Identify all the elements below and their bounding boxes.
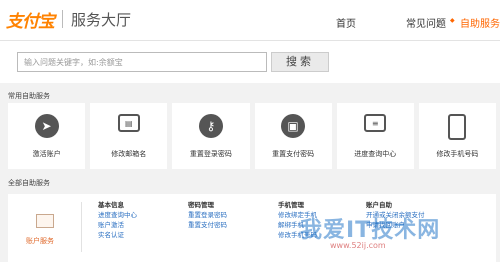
column-basic-info: 基本信息 进度查询中心 账户激活 实名认证: [98, 200, 137, 240]
search-bar: 输入问题关键字，如:余额宝 搜索: [0, 41, 500, 83]
column-title: 基本信息: [98, 201, 124, 209]
card-progress-center[interactable]: ≡ 进度查询中心: [336, 103, 414, 169]
link-reset-payment-password[interactable]: 重置支付密码: [188, 220, 227, 230]
documents-icon: ≡: [364, 114, 387, 132]
column-password: 密码管理 重置登录密码 重置支付密码: [188, 200, 227, 230]
card-label: 重置登录密码: [189, 150, 232, 158]
search-button[interactable]: 搜索: [271, 52, 329, 72]
common-services-heading: 常用自助服务: [8, 92, 50, 100]
card-label: 进度查询中心: [354, 150, 397, 158]
nav-home[interactable]: 首页: [336, 15, 356, 30]
link-reset-login-password[interactable]: 重置登录密码: [188, 210, 227, 220]
nav-faq[interactable]: 常见问题: [406, 15, 446, 30]
card-reset-payment-password[interactable]: ▣ 重置支付密码: [254, 103, 332, 169]
lock-icon: ▣: [281, 114, 306, 138]
account-icon: [36, 214, 54, 228]
alipay-logo[interactable]: 支付宝 服务大厅: [6, 7, 132, 32]
card-label: 修改邮箱名: [111, 150, 147, 158]
card-label: 重置支付密码: [272, 150, 315, 158]
top-header: 支付宝 服务大厅 首页 常见问题 自助服务: [0, 0, 500, 41]
nav-self-service[interactable]: 自助服务: [450, 15, 500, 30]
column-title: 手机管理: [278, 201, 304, 209]
column-title: 密码管理: [188, 201, 214, 209]
card-reset-login-password[interactable]: ⚷ 重置登录密码: [172, 103, 250, 169]
card-activate-account[interactable]: ➤ 激活账户: [8, 103, 86, 169]
card-modify-email[interactable]: ▤ 修改邮箱名: [90, 103, 168, 169]
cursor-icon: ➤: [34, 114, 59, 138]
card-label: 修改手机号码: [436, 150, 479, 158]
search-input[interactable]: 输入问题关键字，如:余额宝: [17, 52, 267, 72]
common-services-cards: ➤ 激活账户 ▤ 修改邮箱名 ⚷ 重置登录密码 ▣ 重置支付密码 ≡ 进度查询中…: [8, 103, 497, 169]
logo-divider: [62, 10, 63, 28]
all-services-heading: 全部自助服务: [8, 179, 50, 187]
link-activate-account[interactable]: 账户激活: [98, 220, 137, 230]
phone-icon: [448, 114, 467, 140]
key-icon: ⚷: [198, 114, 223, 138]
watermark: 我爱IT技术网: [300, 218, 441, 243]
card-modify-phone[interactable]: 修改手机号码: [418, 103, 497, 169]
card-label: 激活账户: [32, 150, 61, 158]
column-title: 账户自助: [366, 201, 392, 209]
id-card-icon: ▤: [117, 114, 140, 132]
link-progress-center[interactable]: 进度查询中心: [98, 210, 137, 220]
brand-name: 支付宝: [6, 11, 55, 32]
account-services-label[interactable]: 账户服务: [26, 236, 54, 246]
watermark-url: www.52ij.com: [330, 241, 386, 250]
page-title: 服务大厅: [71, 10, 132, 29]
divider: [81, 202, 82, 252]
link-real-name[interactable]: 实名认证: [98, 230, 137, 240]
